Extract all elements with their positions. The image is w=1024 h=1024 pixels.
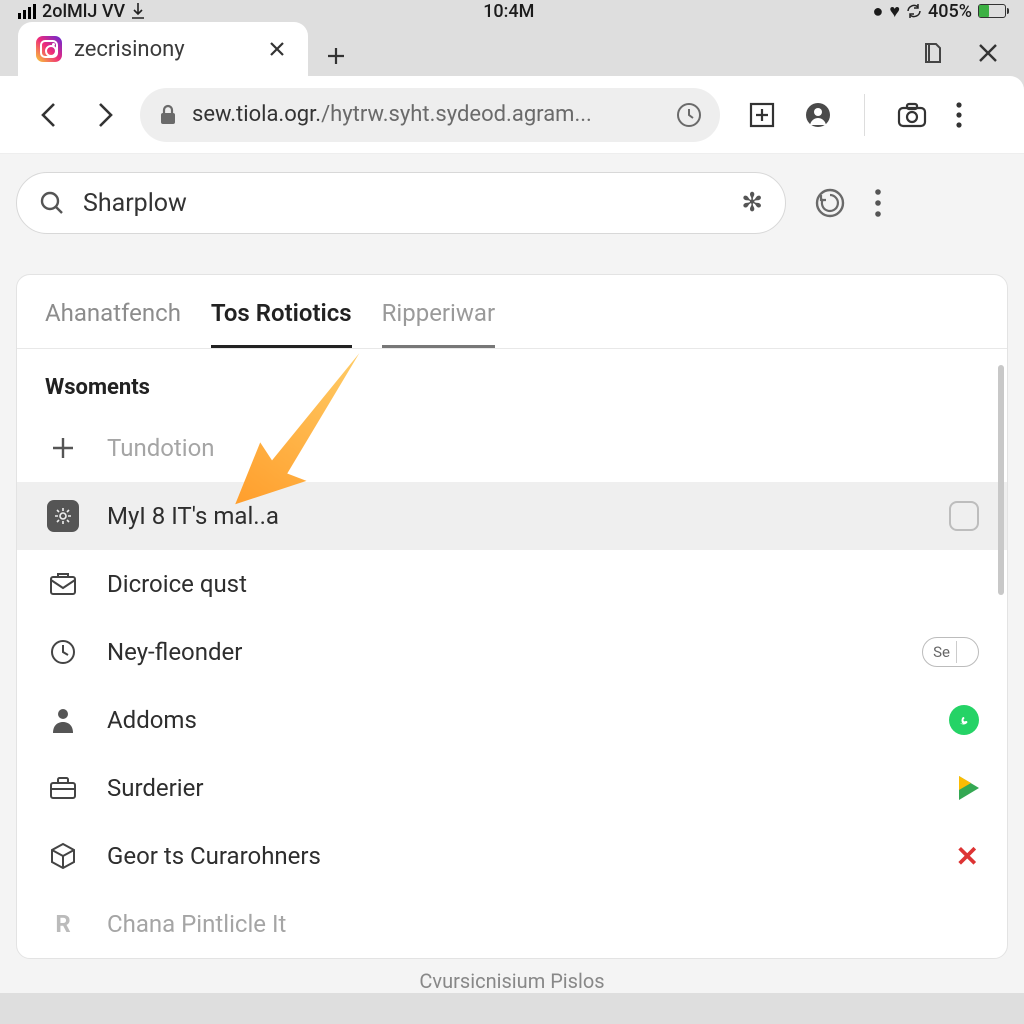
plus-icon [45, 430, 81, 466]
row-label: Surderier [107, 774, 933, 802]
page-search-input[interactable] [83, 189, 723, 218]
instagram-favicon [36, 36, 62, 62]
search-icon [39, 190, 65, 216]
download-icon [131, 3, 145, 19]
signal-icon [18, 4, 36, 19]
browser-tab-strip: zecrisinony [0, 22, 1024, 76]
results-list: Tundotion MyI 8 IT's mal..a Dicro [17, 414, 1007, 958]
add-bookmark-button[interactable] [748, 101, 776, 129]
location-icon: ● [872, 1, 883, 22]
page-content: ✻ Ahanatfench Tos Rotiotics Ripperiwar W… [0, 154, 1024, 993]
row-geor-curarohners[interactable]: Geor ts Curarohners ✕ [17, 822, 1007, 890]
section-heading: Wsoments [17, 349, 1007, 414]
account-icon[interactable] [804, 101, 832, 129]
tab-close-button[interactable] [264, 36, 290, 62]
results-card: Ahanatfench Tos Rotiotics Ripperiwar Wso… [16, 274, 1008, 959]
row-label: Dicroice qust [107, 570, 979, 598]
tab-ahanatfench[interactable]: Ahanatfench [45, 299, 181, 348]
clock-icon [45, 634, 81, 670]
page-menu-button[interactable] [874, 188, 882, 218]
sync-icon [906, 3, 922, 19]
tab-title: zecrisinony [74, 37, 252, 62]
row-addoms[interactable]: Addoms [17, 686, 1007, 754]
tab-ripperiwar[interactable]: Ripperiwar [382, 299, 496, 348]
play-store-icon [959, 776, 979, 800]
r-badge-icon: R [45, 906, 81, 942]
new-tab-button[interactable] [316, 36, 356, 76]
row-myl8its[interactable]: MyI 8 IT's mal..a [17, 482, 1007, 550]
reader-mode-icon[interactable] [922, 40, 948, 66]
tab-tos-rotiotics[interactable]: Tos Rotiotics [211, 299, 352, 348]
battery-percent: 405% [928, 1, 972, 22]
snowflake-icon[interactable]: ✻ [741, 188, 763, 218]
row-label: Geor ts Curarohners [107, 842, 930, 870]
briefcase-icon [45, 770, 81, 806]
row-surderier[interactable]: Surderier [17, 754, 1007, 822]
scroll-indicator[interactable] [998, 365, 1004, 595]
row-label: MyI 8 IT's mal..a [107, 502, 923, 530]
cube-icon [45, 838, 81, 874]
clock: 10:4M [145, 1, 872, 22]
site-settings-icon[interactable] [676, 102, 702, 128]
url-text: sew.tiola.ogr./hytrw.syht.sydeod.agram..… [192, 102, 592, 127]
url-path: /hytrw.syht.sydeod.agram... [321, 102, 592, 127]
refresh-circle-icon[interactable] [814, 187, 846, 219]
browser-menu-button[interactable] [955, 101, 963, 129]
url-host: sew.tiola.ogr. [192, 102, 321, 127]
remove-x-icon[interactable]: ✕ [956, 840, 979, 873]
browser-tab[interactable]: zecrisinony [18, 22, 308, 76]
row-neyfleonder[interactable]: Ney-fleonder Se [17, 618, 1007, 686]
footer-hint: Cvursicnisium Pislos [16, 959, 1008, 993]
pill-text: Se [933, 643, 950, 661]
card-tabs: Ahanatfench Tos Rotiotics Ripperiwar [17, 275, 1007, 349]
lock-icon [158, 104, 178, 126]
camera-icon[interactable] [897, 101, 927, 129]
page-search-bar[interactable]: ✻ [16, 172, 786, 234]
row-dicroice[interactable]: Dicroice qust [17, 550, 1007, 618]
back-button[interactable] [32, 97, 68, 133]
address-bar[interactable]: sew.tiola.ogr./hytrw.syht.sydeod.agram..… [140, 88, 720, 142]
row-label: Addoms [107, 706, 923, 734]
carrier-text: 2olMlJ VV [42, 1, 125, 22]
row-label: Chana Pintlicle It [107, 910, 979, 938]
browser-toolbar: sew.tiola.ogr./hytrw.syht.sydeod.agram..… [0, 76, 1024, 154]
gear-chip-icon [45, 498, 81, 534]
heart-icon: ♥ [889, 1, 900, 22]
whatsapp-icon [949, 705, 979, 735]
row-label: Ney-fleonder [107, 638, 896, 666]
battery-icon [978, 4, 1006, 18]
mail-icon [45, 566, 81, 602]
status-right: ● ♥ 405% [872, 1, 1006, 22]
row-tundotion[interactable]: Tundotion [17, 414, 1007, 482]
person-icon [45, 702, 81, 738]
row-checkbox[interactable] [949, 501, 979, 531]
row-label: Tundotion [107, 434, 979, 462]
row-chana-pintlicle[interactable]: R Chana Pintlicle It [17, 890, 1007, 958]
se-pill[interactable]: Se [922, 637, 979, 667]
close-window-button[interactable] [976, 40, 1000, 66]
toolbar-divider [864, 94, 865, 136]
status-left: 2olMlJ VV [18, 1, 145, 22]
forward-button[interactable] [86, 97, 122, 133]
device-status-bar: 2olMlJ VV 10:4M ● ♥ 405% [0, 0, 1024, 22]
